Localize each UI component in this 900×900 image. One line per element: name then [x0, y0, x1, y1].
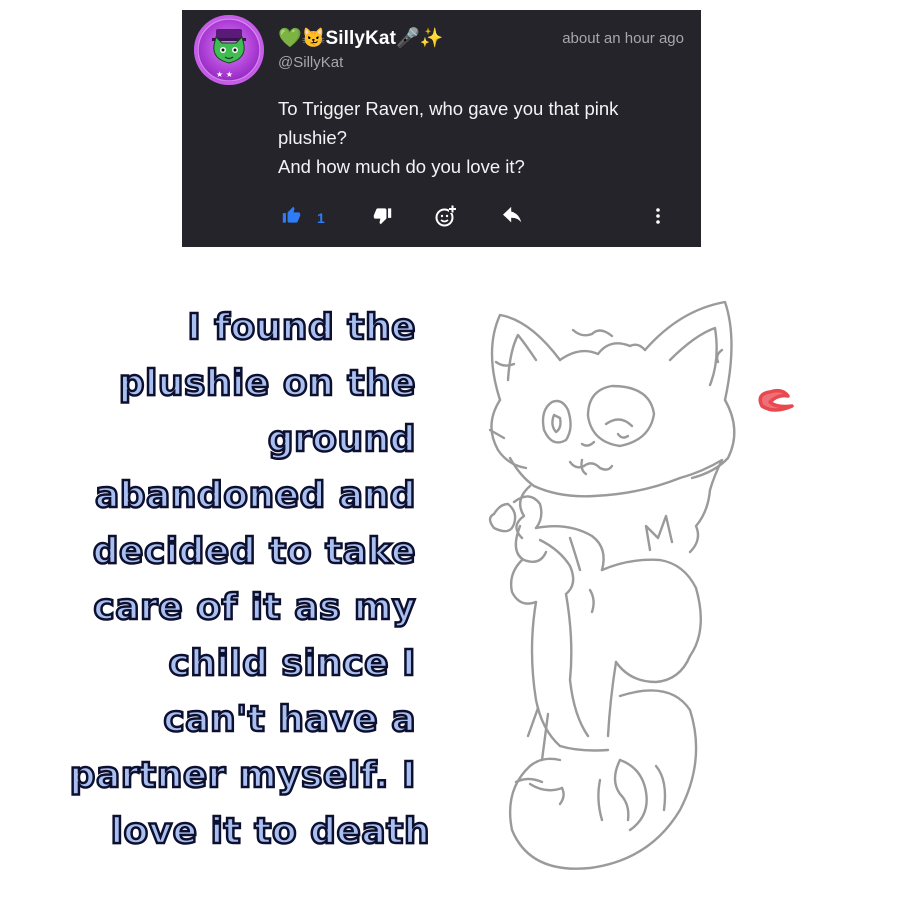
reply-icon [502, 206, 524, 231]
more-options-icon [655, 207, 661, 230]
reply-line: love it to death [109, 810, 430, 854]
comment-actions: 1 [182, 203, 701, 233]
timestamp: about an hour ago [562, 30, 684, 47]
like-count: 1 [317, 210, 325, 226]
like-button[interactable]: 1 [282, 203, 325, 233]
reply-button[interactable] [502, 203, 524, 233]
reply-line: plushie on the [118, 362, 417, 406]
comment-line: And how much do you love it? [278, 156, 525, 177]
reply-line: abandoned and [94, 474, 417, 518]
thumbs-down-icon [373, 206, 392, 230]
reply-line: decided to take [92, 530, 417, 574]
page: ★ ★ 💚😼SillyKat🎤✨ @SillyKat about an hour… [0, 0, 900, 900]
comment-body: To Trigger Raven, who gave you that pink… [278, 94, 678, 181]
thumbs-up-icon [282, 206, 301, 230]
username[interactable]: 💚😼SillyKat🎤✨ [278, 26, 444, 50]
heart-icon [758, 388, 794, 412]
user-handle[interactable]: @SillyKat [278, 54, 343, 71]
comment-line: plushie? [278, 127, 347, 148]
add-reaction-button[interactable] [434, 203, 458, 233]
comment-line: To Trigger Raven, who gave you that pink [278, 98, 619, 119]
svg-text:★ ★: ★ ★ [216, 70, 233, 79]
reply-line: ground [266, 418, 416, 462]
more-options-button[interactable] [655, 203, 661, 233]
cat-sketch-drawing [488, 300, 794, 870]
reply-line: child since I [167, 642, 417, 686]
reply-line: I found the [186, 306, 417, 350]
reply-line: care of it as my [92, 586, 417, 630]
avatar-image: ★ ★ [197, 18, 261, 82]
comment-card: ★ ★ 💚😼SillyKat🎤✨ @SillyKat about an hour… [182, 10, 701, 247]
avatar[interactable]: ★ ★ [194, 15, 264, 85]
add-reaction-icon [434, 204, 458, 233]
dislike-button[interactable] [373, 203, 392, 233]
reply-text: I found the plushie on the ground abando… [16, 300, 430, 860]
reply-line: partner myself. I [68, 754, 416, 798]
reply-line: can't have a [162, 698, 417, 742]
